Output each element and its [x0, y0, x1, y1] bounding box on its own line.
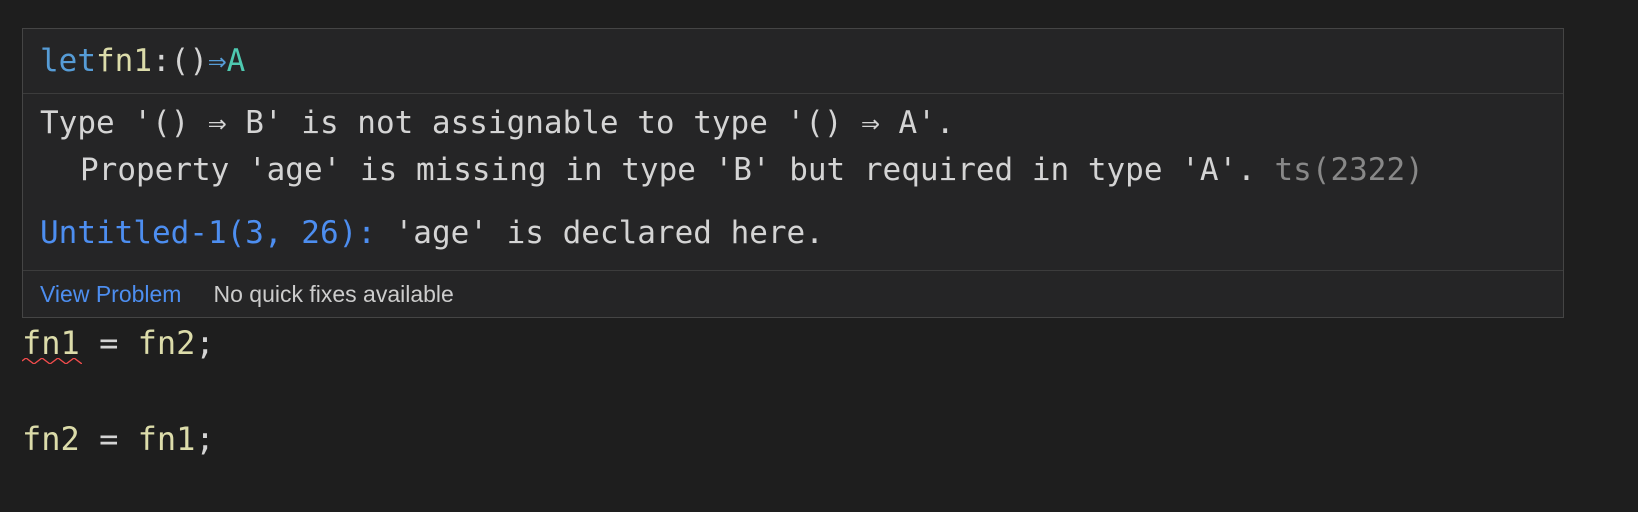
signature-keyword: let: [40, 43, 96, 79]
related-information: Untitled-1(3, 26): 'age' is declared her…: [40, 218, 824, 249]
error-message-line-1: Type '() ⇒ B' is not assignable to type …: [40, 105, 955, 141]
assignment-lhs: fn1: [22, 324, 80, 362]
statement-terminator: ;: [195, 324, 215, 362]
error-squiggle: [22, 358, 82, 364]
signature-colon: :: [152, 43, 171, 79]
assignment-rhs: fn2: [137, 324, 196, 362]
signature-name: fn1: [96, 43, 152, 79]
signature-params: (): [170, 43, 208, 79]
error-code: ts(2322): [1274, 152, 1424, 188]
assignment-lhs: fn2: [22, 420, 80, 458]
view-problem-link[interactable]: View Problem: [40, 281, 181, 308]
editor-line-2[interactable]: fn2 = fn1;: [22, 423, 215, 455]
related-text: 'age' is declared here.: [394, 215, 824, 251]
error-token[interactable]: fn1: [22, 324, 82, 364]
quick-fix-status: No quick fixes available: [213, 280, 454, 307]
error-message-line-2: Property 'age' is missing in type 'B' bu…: [80, 155, 1424, 186]
error-message-detail: Property 'age' is missing in type 'B' bu…: [80, 152, 1256, 188]
assignment-operator: =: [79, 420, 138, 458]
statement-terminator: ;: [195, 420, 215, 458]
hover-error-message: Type '() ⇒ B' is not assignable to type …: [23, 94, 1563, 271]
assignment-rhs: fn1: [137, 420, 196, 458]
signature-return-type: A: [226, 43, 246, 79]
hover-signature: let fn1: () ⇒ A: [23, 29, 1563, 94]
assignment-operator: =: [79, 324, 138, 362]
editor-line-1[interactable]: fn1 = fn2;: [22, 324, 215, 364]
hover-status-bar: View Problem No quick fixes available: [23, 271, 1563, 317]
related-location-link[interactable]: Untitled-1(3, 26):: [40, 215, 376, 251]
hover-widget: let fn1: () ⇒ A Type '() ⇒ B' is not ass…: [22, 28, 1564, 318]
signature-arrow: ⇒: [208, 43, 227, 79]
